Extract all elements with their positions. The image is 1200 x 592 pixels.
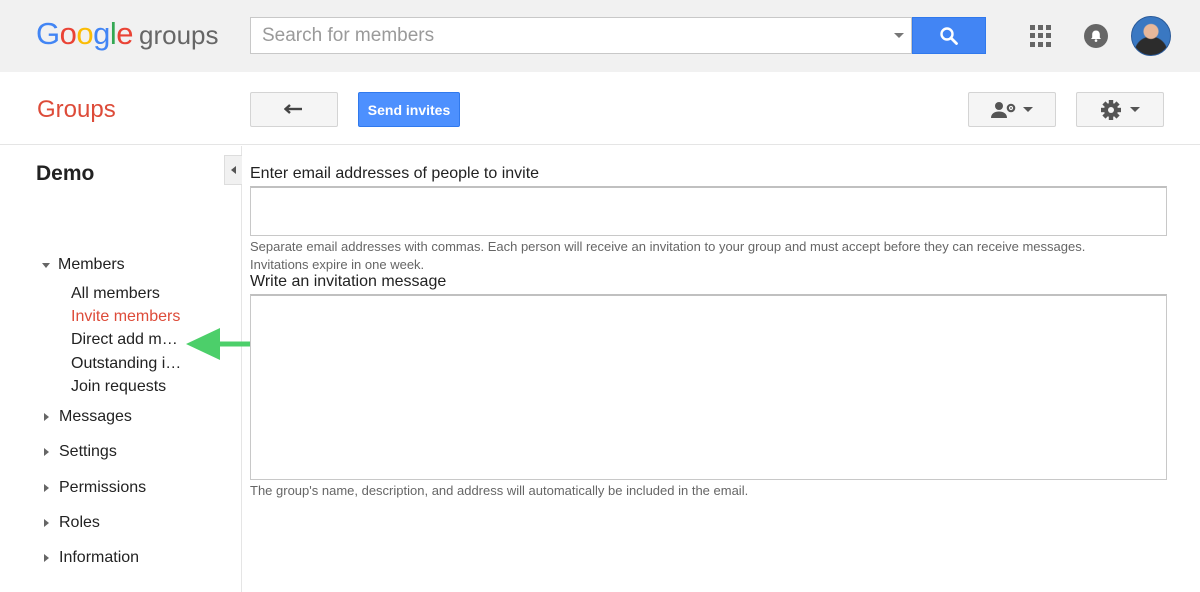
sidebar-section-permissions[interactable]: Permissions [42,479,146,497]
sidebar-section-information[interactable]: Information [42,549,139,567]
collapsed-caret-icon [44,484,49,492]
emails-hint-line: Separate email addresses with commas. Ea… [250,239,1086,254]
logo-letter: o [59,16,77,51]
invite-emails-field[interactable] [250,186,1167,236]
search-box [250,17,912,54]
sidebar-section-roles[interactable]: Roles [42,514,100,532]
apps-grid-icon[interactable] [1030,25,1052,47]
collapse-sidebar-button[interactable] [224,155,242,185]
sidebar-item-outstanding-invitations[interactable]: Outstanding i… [71,355,181,373]
logo-suffix: groups [139,20,219,50]
sidebar-section-label: Information [59,549,140,566]
member-settings-menu-button[interactable] [968,92,1056,127]
search-icon [940,26,958,45]
collapsed-caret-icon [44,448,49,456]
sidebar-item-all-members[interactable]: All members [71,285,160,303]
chevron-down-icon [1130,107,1140,112]
logo-letter: o [76,16,94,51]
collapse-left-icon [231,166,236,174]
invitation-message-field[interactable] [250,294,1167,480]
sidebar-section-label: Permissions [59,479,147,496]
logo-letter: g [93,16,110,51]
sidebar-item-invite-members[interactable]: Invite members [71,308,180,326]
emails-label: Enter email addresses of people to invit… [250,165,540,182]
search-button[interactable] [912,17,986,54]
sidebar-section-label: Members [58,256,125,273]
search-input[interactable] [251,18,881,53]
message-hint: The group's name, description, and addre… [250,483,749,498]
logo-letter: e [116,16,134,51]
gear-icon [1101,99,1121,120]
search-options-caret-icon[interactable] [894,33,904,38]
logo-letter: G [36,16,60,51]
member-settings-icon [991,101,1016,118]
chevron-down-icon [1023,107,1033,112]
google-groups-logo[interactable]: Google groups [36,16,219,52]
send-invites-button[interactable]: Send invites [358,92,460,127]
settings-menu-button[interactable] [1076,92,1164,127]
notifications-bell-icon[interactable] [1084,24,1108,48]
message-label: Write an invitation message [250,273,447,290]
collapsed-caret-icon [44,519,49,527]
sidebar-section-label: Messages [59,408,132,425]
sidebar-item-direct-add-members[interactable]: Direct add m… [71,331,178,349]
user-avatar[interactable] [1131,16,1171,56]
collapsed-caret-icon [44,554,49,562]
sidebar-section-members[interactable]: Members [42,256,125,274]
sidebar-section-messages[interactable]: Messages [42,408,132,426]
sidebar-section-settings[interactable]: Settings [42,443,117,461]
expanded-caret-icon [42,262,50,268]
section-title[interactable]: Groups [37,96,116,124]
emails-hint-line: Invitations expire in one week. [250,257,425,272]
sidebar-section-label: Roles [59,514,100,531]
back-arrow-icon [284,103,302,114]
sidebar-section-label: Settings [59,443,117,460]
group-name[interactable]: Demo [36,162,94,186]
emails-hint: Separate email addresses with commas. Ea… [250,238,1150,274]
sidebar-item-join-requests[interactable]: Join requests [71,378,166,396]
back-button[interactable] [250,92,338,127]
collapsed-caret-icon [44,413,49,421]
